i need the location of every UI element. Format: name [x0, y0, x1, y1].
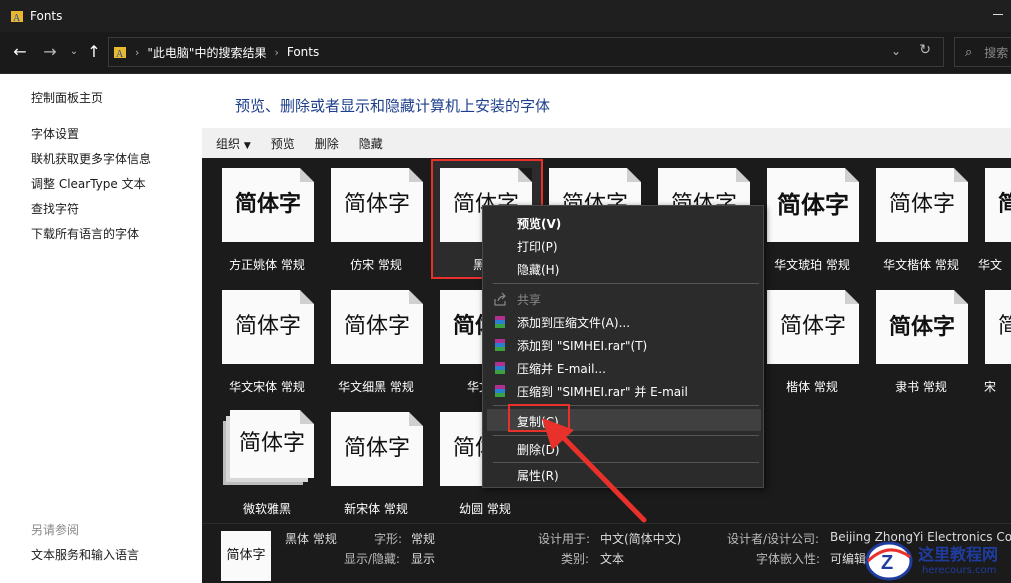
dropdown-triangle-icon: ▼: [243, 140, 251, 151]
winrar-icon: [493, 384, 507, 398]
forward-arrow-icon[interactable]: →: [38, 40, 62, 64]
title-bar: A Fonts: [0, 0, 1011, 32]
content-header: 预览、删除或者显示和隐藏计算机上安装的字体: [202, 74, 1011, 128]
menu-item-print[interactable]: 打印(P): [517, 238, 558, 255]
detail-designer-key: 设计者/设计公司:: [727, 532, 820, 546]
back-arrow-icon[interactable]: ←: [8, 40, 32, 64]
svg-text:Z: Z: [881, 552, 893, 574]
organize-label: 组织: [216, 136, 241, 151]
breadcrumb-fonts[interactable]: Fonts: [287, 45, 319, 59]
navigation-bar: ← → ⌄ ↑ A › "此电脑"中的搜索结果 › Fonts ⌄ ↻ ⌕ 搜索: [0, 32, 1011, 74]
watermark-logo-icon: Z: [865, 541, 913, 581]
annotation-arrow-icon: [542, 418, 647, 523]
svg-text:A: A: [13, 13, 21, 23]
menu-item-hide[interactable]: 隐藏(H): [517, 261, 559, 278]
font-preview: 简体字: [985, 290, 1011, 364]
link-font-settings[interactable]: 字体设置: [31, 125, 79, 142]
fonts-location-icon: A: [113, 45, 127, 60]
delete-button[interactable]: 删除: [315, 135, 339, 152]
search-icon: ⌕: [965, 44, 973, 60]
watermark-url: herecours.com: [922, 565, 997, 576]
detail-style-value: 常规: [411, 532, 436, 546]
link-text-services[interactable]: 文本服务和输入语言: [31, 546, 139, 563]
menu-item-add-to-simhei-rar[interactable]: 添加到 "SIMHEI.rar"(T): [517, 337, 647, 354]
page-title: 预览、删除或者显示和隐藏计算机上安装的字体: [235, 97, 551, 115]
link-adjust-cleartype[interactable]: 调整 ClearType 文本: [31, 175, 146, 192]
font-tile[interactable]: 简体字 方正姚体 常规: [202, 158, 314, 280]
font-tile[interactable]: 简体字 微软雅黑: [202, 402, 314, 523]
font-preview: 简体字: [876, 290, 968, 364]
winrar-icon: [493, 338, 507, 352]
detail-style-key: 字形:: [374, 532, 403, 546]
font-tile[interactable]: 简体字 华文细黑 常规: [311, 280, 423, 402]
see-also-heading: 另请参阅: [31, 523, 80, 537]
font-preview: 简体字: [985, 168, 1011, 242]
font-tile[interactable]: 简体字 仿宋 常规: [311, 158, 423, 280]
refresh-icon[interactable]: ↻: [919, 42, 931, 58]
font-family-preview: 简体字: [230, 410, 314, 478]
detail-category-key: 类别:: [561, 552, 590, 566]
site-watermark: Z 这里教程网 herecours.com: [862, 537, 1011, 583]
search-placeholder: 搜索: [984, 45, 1009, 60]
link-control-panel-home[interactable]: 控制面板主页: [31, 89, 103, 106]
font-preview: 简体字: [331, 290, 423, 364]
detail-embed-value: 可编辑: [830, 552, 867, 566]
font-label: 幼圆 常规: [459, 502, 511, 516]
breadcrumb-separator-icon: ›: [274, 45, 279, 59]
font-tile[interactable]: 简体字 宋: [965, 280, 1011, 402]
font-label: 宋: [983, 380, 996, 394]
font-preview: 简体字: [222, 168, 314, 242]
address-bar[interactable]: A › "此电脑"中的搜索结果 › Fonts ⌄ ↻: [108, 37, 944, 67]
link-get-font-info-online[interactable]: 联机获取更多字体信息: [31, 150, 151, 167]
detail-designed-for-key: 设计用于:: [538, 532, 591, 546]
selected-font-thumbnail: 简体字: [221, 531, 271, 581]
menu-item-add-to-archive[interactable]: 添加到压缩文件(A)...: [517, 314, 630, 331]
menu-item-compress-to-simhei-email[interactable]: 压缩到 "SIMHEI.rar" 并 E-mail: [517, 383, 688, 400]
font-tile[interactable]: 简体字 新宋体 常规: [311, 402, 423, 523]
minimize-button[interactable]: [993, 14, 1003, 15]
breadcrumb-separator-icon: ›: [135, 45, 140, 59]
hide-button[interactable]: 隐藏: [359, 135, 383, 152]
preview-button[interactable]: 预览: [271, 135, 295, 152]
detail-designed-for-value: 中文(简体中文): [600, 532, 682, 546]
address-dropdown-icon[interactable]: ⌄: [891, 44, 901, 58]
watermark-name: 这里教程网: [918, 545, 999, 564]
breadcrumb-search-results[interactable]: "此电脑"中的搜索结果: [147, 44, 266, 61]
winrar-icon: [493, 315, 507, 329]
search-box[interactable]: ⌕ 搜索: [954, 37, 1011, 67]
link-find-character[interactable]: 查找字符: [31, 200, 79, 217]
menu-item-preview[interactable]: 预览(V): [517, 215, 561, 232]
font-preview: 简体字: [331, 168, 423, 242]
font-label: 华文: [977, 258, 1002, 272]
fonts-folder-icon: A: [10, 9, 24, 24]
detail-visibility-key: 显示/隐藏:: [344, 552, 401, 566]
font-preview: 简体字: [876, 168, 968, 242]
winrar-icon: [493, 361, 507, 375]
menu-divider: [493, 283, 759, 284]
detail-font-name: 黑体 常规: [285, 532, 337, 546]
detail-visibility-value: 显示: [411, 552, 436, 566]
detail-category-value: 文本: [600, 552, 625, 566]
command-bar: 组织 ▼ 预览 删除 隐藏: [202, 128, 1011, 158]
font-preview: 简体字: [331, 412, 423, 486]
window-title: Fonts: [30, 9, 63, 23]
svg-text:A: A: [116, 49, 124, 59]
font-preview: 简体字: [767, 290, 859, 364]
menu-item-share[interactable]: 共享: [517, 291, 541, 308]
font-tile[interactable]: 简体字 华文宋体 常规: [202, 280, 314, 402]
up-arrow-icon[interactable]: ↑: [82, 40, 106, 64]
menu-item-compress-email[interactable]: 压缩并 E-mail...: [517, 360, 606, 377]
font-preview: 简体字: [222, 290, 314, 364]
detail-embed-key: 字体嵌入性:: [756, 552, 821, 566]
organize-button[interactable]: 组织 ▼: [216, 135, 251, 152]
left-task-pane: 控制面板主页 字体设置 联机获取更多字体信息 调整 ClearType 文本 查…: [0, 74, 202, 583]
font-tile[interactable]: 简体字 华文: [965, 158, 1011, 280]
share-icon: [493, 292, 507, 306]
link-download-all-fonts[interactable]: 下载所有语言的字体: [31, 225, 139, 242]
font-preview: 简体字: [767, 168, 859, 242]
